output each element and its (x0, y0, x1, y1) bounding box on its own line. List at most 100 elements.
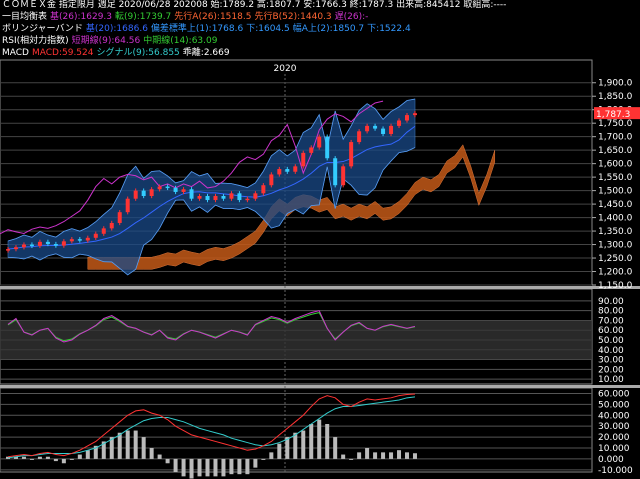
chart-canvas[interactable]: 20201,900.01,850.01,800.01,750.01,700.01… (0, 0, 640, 479)
candle-body (221, 196, 226, 199)
candle-body (29, 244, 34, 247)
candle-body (69, 239, 74, 242)
pane-separator (0, 286, 640, 289)
macd-histogram-bar (189, 458, 194, 479)
macd-histogram-bar (412, 453, 417, 459)
candle-body (205, 196, 210, 201)
macd-histogram-bar (381, 452, 386, 459)
price-tick-label: 1,250.0 (598, 254, 633, 264)
candle-body (301, 152, 306, 167)
candle-body (61, 241, 66, 246)
macd-histogram-bar (309, 424, 314, 459)
candle-body (309, 147, 314, 153)
year-label: 2020 (274, 64, 297, 74)
candle-body (85, 237, 90, 241)
macd-histogram-bar (277, 443, 282, 459)
candle-body (381, 128, 386, 134)
candle-body (229, 193, 234, 199)
price-tick-label: 1,400.0 (598, 214, 633, 224)
candle-body (389, 125, 394, 134)
price-tick-label: 1,550.0 (598, 173, 633, 183)
candle-body (173, 187, 178, 192)
last-price-label: 1,787.3 (596, 110, 630, 120)
candle-body (412, 113, 417, 116)
macd-tick-label: -10.000 (598, 466, 633, 476)
price-tick-label: 1,900.0 (598, 79, 633, 89)
rsi-tick-label: 20.00 (598, 365, 624, 375)
candle-body (349, 142, 354, 167)
macd-histogram-bar (357, 452, 362, 459)
macd-tick-label: 50.000 (598, 400, 630, 410)
macd-tick-label: 40.000 (598, 411, 630, 421)
candle-body (93, 233, 98, 238)
candle-body (245, 198, 250, 201)
macd-histogram-bar (253, 458, 258, 468)
price-tick-label: 1,450.0 (598, 200, 633, 210)
candle-body (77, 239, 82, 241)
rsi-tick-label: 60.00 (598, 326, 624, 336)
macd-histogram-bar (261, 458, 266, 460)
rsi-tick-label: 90.00 (598, 297, 624, 307)
macd-histogram-bar (45, 456, 50, 459)
macd-histogram-bar (341, 454, 346, 459)
macd-tick-label: 0.000 (598, 455, 624, 465)
candle-body (285, 169, 290, 172)
candle-body (197, 196, 202, 199)
candle-body (405, 115, 409, 121)
macd-histogram-bar (365, 448, 370, 459)
price-tick-label: 1,350.0 (598, 227, 633, 237)
candle-body (277, 169, 282, 175)
macd-histogram-bar (229, 458, 234, 475)
candle-body (325, 136, 330, 159)
macd-histogram-bar (333, 437, 338, 459)
macd-histogram-bar (173, 458, 178, 472)
candle-body (141, 190, 146, 197)
macd-histogram-bar (301, 430, 306, 459)
macd-tick-label: 30.000 (598, 422, 630, 432)
macd-histogram-bar (157, 454, 162, 459)
candle-body (341, 166, 346, 186)
candle-body (397, 120, 402, 126)
candle-body (149, 189, 154, 197)
macd-histogram-bar (349, 458, 354, 460)
candle-body (21, 244, 26, 248)
pane-separator (0, 385, 640, 388)
macd-histogram-bar (37, 456, 42, 459)
candle-body (365, 125, 370, 132)
candle-body (45, 241, 50, 245)
macd-histogram-bar (133, 430, 138, 459)
candle-body (261, 185, 266, 194)
candle-body (317, 136, 322, 148)
price-tick-label: 1,850.0 (598, 92, 633, 102)
candle-body (333, 158, 338, 186)
candle-body (133, 190, 138, 199)
macd-histogram-bar (117, 432, 122, 459)
candle-body (253, 193, 258, 199)
macd-histogram-bar (61, 458, 66, 464)
candle-body (13, 247, 18, 250)
macd-histogram-bar (53, 458, 58, 462)
candle-body (6, 249, 10, 251)
candle-body (125, 198, 130, 213)
macd-histogram-bar (69, 458, 74, 460)
macd-tick-label: 60.000 (598, 389, 630, 399)
macd-histogram-bar (21, 456, 26, 459)
macd-histogram-bar (85, 450, 90, 459)
price-tick-label: 1,750.0 (598, 119, 633, 129)
macd-histogram-bar (205, 458, 210, 477)
macd-histogram-bar (149, 448, 154, 459)
candle-body (101, 228, 106, 234)
price-tick-label: 1,300.0 (598, 241, 633, 251)
candle-body (117, 212, 122, 223)
macd-histogram-bar (237, 458, 242, 475)
candle-body (269, 174, 274, 186)
rsi-tick-label: 50.00 (598, 336, 624, 346)
macd-histogram-bar (389, 452, 394, 459)
macd-tick-label: 20.000 (598, 433, 630, 443)
macd-histogram-bar (373, 452, 378, 459)
macd-histogram-bar (245, 458, 250, 475)
candle-body (213, 196, 218, 201)
macd-histogram-bar (29, 458, 34, 460)
price-tick-label: 1,700.0 (598, 133, 633, 143)
rsi-tick-label: 30.00 (598, 356, 624, 366)
